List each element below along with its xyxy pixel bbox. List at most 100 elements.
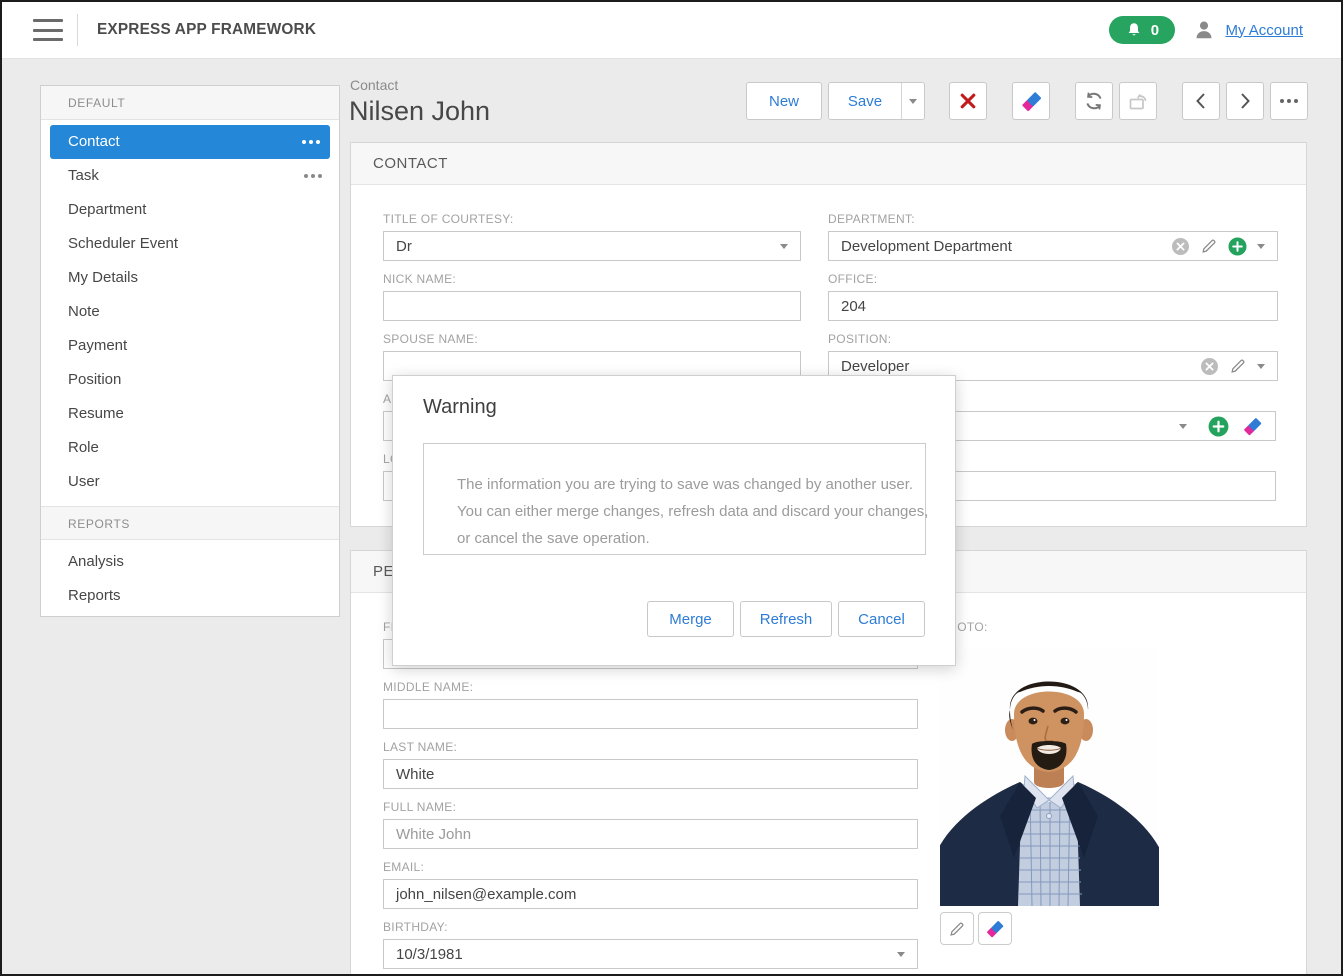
sidebar-item-payment[interactable]: Payment bbox=[41, 329, 339, 363]
sidebar-item-scheduler-event[interactable]: Scheduler Event bbox=[41, 227, 339, 261]
more-actions-button[interactable] bbox=[1270, 82, 1308, 120]
eraser-icon bbox=[985, 919, 1005, 939]
eraser-icon[interactable] bbox=[1242, 416, 1263, 437]
contact-photo bbox=[934, 648, 1165, 907]
top-bar: EXPRESS APP FRAMEWORK 0 My Account bbox=[2, 2, 1341, 59]
department-lookup[interactable]: Development Department bbox=[828, 231, 1278, 261]
contact-section-title: CONTACT bbox=[351, 143, 1306, 185]
field-office: OFFICE: 204 bbox=[828, 272, 1278, 321]
notification-count: 0 bbox=[1150, 21, 1160, 39]
ellipsis-icon bbox=[1280, 99, 1298, 103]
nav-group-reports: REPORTS bbox=[41, 506, 339, 540]
last-name-input[interactable]: White bbox=[383, 759, 918, 789]
field-birthday: BIRTHDAY: 10/3/1981 bbox=[383, 920, 918, 969]
sidebar-item-role[interactable]: Role bbox=[41, 431, 339, 465]
add-new-icon[interactable] bbox=[1208, 416, 1229, 437]
message-line: You can either merge changes, refresh da… bbox=[457, 503, 929, 520]
sidebar-item-task[interactable]: Task bbox=[41, 159, 339, 193]
next-record-button[interactable] bbox=[1226, 82, 1264, 120]
navigation-sidebar: DEFAULT Contact Task Department Schedule… bbox=[40, 85, 340, 617]
sidebar-item-note[interactable]: Note bbox=[41, 295, 339, 329]
warning-dialog: Warning The information you are trying t… bbox=[392, 375, 956, 666]
full-name-input[interactable]: White John bbox=[383, 819, 918, 849]
chevron-down-icon[interactable] bbox=[780, 243, 788, 249]
delete-button[interactable] bbox=[949, 82, 987, 120]
field-nick-name: NICK NAME: bbox=[383, 272, 801, 321]
save-button[interactable]: Save bbox=[829, 83, 901, 119]
dialog-message: The information you are trying to save w… bbox=[423, 443, 929, 555]
menu-icon[interactable] bbox=[33, 19, 63, 41]
delete-x-icon bbox=[958, 91, 978, 111]
chevron-left-icon bbox=[1192, 91, 1210, 111]
nav-items-default: Contact Task Department Scheduler Event … bbox=[41, 120, 339, 499]
title-of-courtesy-combobox[interactable]: Dr bbox=[383, 231, 801, 261]
field-title-of-courtesy: TITLE OF COURTESY: Dr bbox=[383, 212, 801, 261]
field-department: DEPARTMENT: Development Department bbox=[828, 212, 1278, 261]
nav-items-reports: Analysis Reports bbox=[41, 540, 339, 613]
save-dropdown-button[interactable] bbox=[901, 83, 924, 119]
bell-icon bbox=[1126, 22, 1142, 38]
add-new-icon[interactable] bbox=[1228, 237, 1247, 256]
chevron-down-icon[interactable] bbox=[1257, 363, 1265, 369]
reset-view-settings-button[interactable] bbox=[1119, 82, 1157, 120]
chevron-right-icon bbox=[1236, 91, 1254, 111]
app-window: EXPRESS APP FRAMEWORK 0 My Account DEFAU… bbox=[0, 0, 1343, 976]
photo-edit-button[interactable] bbox=[940, 912, 974, 945]
cancel-button[interactable]: Cancel bbox=[838, 601, 925, 637]
field-full-name: FULL NAME: White John bbox=[383, 800, 918, 849]
refresh-button[interactable] bbox=[1075, 82, 1113, 120]
sidebar-item-my-details[interactable]: My Details bbox=[41, 261, 339, 295]
new-button[interactable]: New bbox=[746, 82, 822, 120]
edit-pencil-icon bbox=[948, 920, 966, 938]
birthday-datepicker[interactable]: 10/3/1981 bbox=[383, 939, 918, 969]
divider bbox=[77, 14, 78, 46]
sidebar-item-department[interactable]: Department bbox=[41, 193, 339, 227]
item-options-icon[interactable] bbox=[302, 125, 320, 159]
nick-name-input[interactable] bbox=[383, 291, 801, 321]
merge-button[interactable]: Merge bbox=[647, 601, 734, 637]
office-input[interactable]: 204 bbox=[828, 291, 1278, 321]
sidebar-item-resume[interactable]: Resume bbox=[41, 397, 339, 431]
message-line: The information you are trying to save w… bbox=[457, 476, 914, 493]
refresh-data-button[interactable]: Refresh bbox=[740, 601, 832, 637]
field-spouse-name: SPOUSE NAME: bbox=[383, 332, 801, 381]
chevron-down-icon[interactable] bbox=[897, 951, 905, 957]
page-title: Nilsen John bbox=[349, 96, 491, 126]
dialog-title: Warning bbox=[423, 396, 497, 418]
field-position: POSITION: Developer bbox=[828, 332, 1278, 381]
user-icon bbox=[1193, 19, 1215, 41]
clear-icon[interactable] bbox=[1200, 357, 1219, 376]
reset-layout-icon bbox=[1127, 90, 1149, 112]
field-last-name: LAST NAME: White bbox=[383, 740, 918, 789]
clear-icon[interactable] bbox=[1171, 237, 1190, 256]
chevron-down-icon[interactable] bbox=[1179, 423, 1187, 429]
top-bar-right: 0 My Account bbox=[1109, 16, 1303, 44]
edit-pencil-icon[interactable] bbox=[1200, 237, 1218, 255]
discard-changes-button[interactable] bbox=[1012, 82, 1050, 120]
photo-toolbar bbox=[940, 912, 1012, 945]
sidebar-item-analysis[interactable]: Analysis bbox=[41, 545, 339, 579]
message-line: or cancel the save operation. bbox=[457, 530, 650, 547]
nav-group-default: DEFAULT bbox=[41, 86, 339, 120]
chevron-down-icon[interactable] bbox=[1257, 243, 1265, 249]
sidebar-item-reports[interactable]: Reports bbox=[41, 579, 339, 613]
sidebar-item-contact[interactable]: Contact bbox=[50, 125, 330, 159]
refresh-icon bbox=[1083, 90, 1105, 112]
my-account-link[interactable]: My Account bbox=[1225, 22, 1303, 39]
email-input[interactable]: john_nilsen@example.com bbox=[383, 879, 918, 909]
middle-name-input[interactable] bbox=[383, 699, 918, 729]
app-title: EXPRESS APP FRAMEWORK bbox=[97, 21, 317, 38]
item-options-icon[interactable] bbox=[304, 159, 322, 193]
record-toolbar: New Save bbox=[746, 82, 1308, 120]
eraser-icon bbox=[1020, 90, 1043, 113]
notifications-button[interactable]: 0 bbox=[1109, 16, 1176, 44]
sidebar-item-position[interactable]: Position bbox=[41, 363, 339, 397]
field-middle-name: MIDDLE NAME: bbox=[383, 680, 918, 729]
photo-clear-button[interactable] bbox=[978, 912, 1012, 945]
edit-pencil-icon[interactable] bbox=[1229, 357, 1247, 375]
previous-record-button[interactable] bbox=[1182, 82, 1220, 120]
chevron-down-icon bbox=[909, 98, 917, 104]
sidebar-item-user[interactable]: User bbox=[41, 465, 339, 499]
field-email: EMAIL: john_nilsen@example.com bbox=[383, 860, 918, 909]
breadcrumb: Contact bbox=[350, 77, 399, 93]
